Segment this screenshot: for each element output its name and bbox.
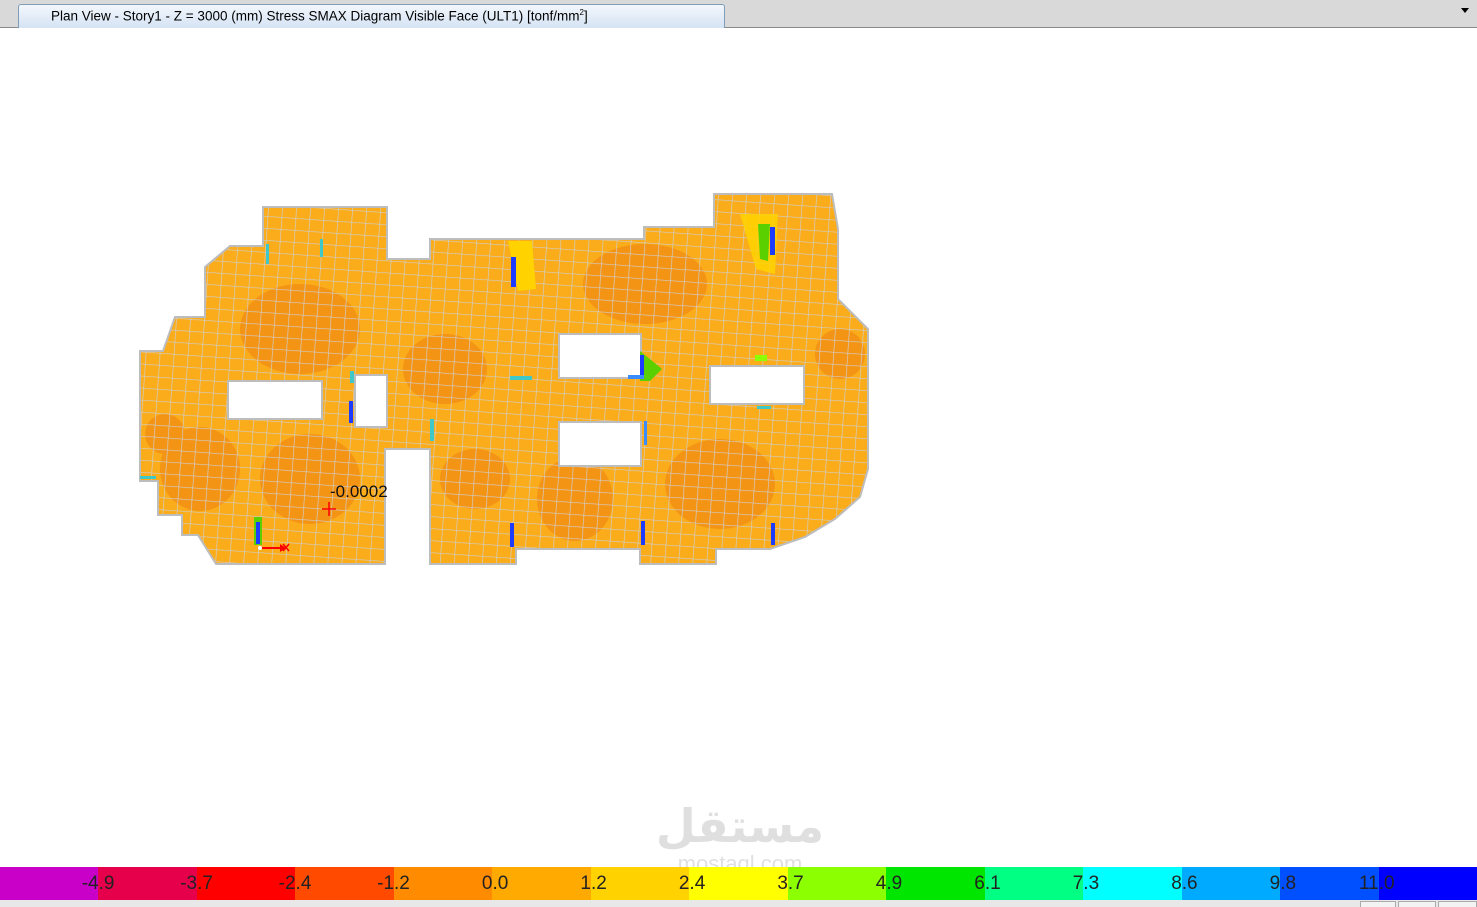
legend-label: -1.2 [377, 873, 410, 894]
legend-label: 0.0 [481, 873, 509, 894]
legend-label: 8.6 [1171, 873, 1198, 894]
hotspot [755, 355, 767, 361]
window-tab-bar: Plan View - Story1 - Z = 3000 (mm) Stres… [0, 0, 1477, 28]
status-box [1438, 901, 1477, 907]
fe-mesh [140, 194, 868, 564]
plan-canvas[interactable]: -0.0002 [0, 29, 1477, 867]
legend-label: -2.4 [278, 873, 312, 894]
opening [558, 333, 642, 379]
opening [354, 374, 388, 428]
wall-stress-strip [256, 522, 260, 544]
wall-stress-strip [349, 401, 353, 423]
wall-stress-strip [628, 375, 644, 379]
wall-stress-strip [771, 523, 775, 545]
status-box [1360, 901, 1396, 907]
wall-stress-strip [644, 421, 647, 445]
tab-title-end: ] [583, 8, 588, 24]
hotspot [758, 224, 770, 261]
wall-stress-strip [510, 523, 514, 547]
slab-contours [140, 194, 868, 564]
point-value-label: -0.0002 [330, 482, 388, 501]
chevron-down-icon[interactable] [1461, 8, 1469, 13]
legend-label: 7.3 [1072, 873, 1100, 894]
wall-stress-strip [511, 257, 516, 287]
legend-label: 1.2 [580, 873, 607, 894]
legend-label: 9.8 [1269, 873, 1297, 894]
wall-stress-strip [757, 406, 771, 409]
wall-stress-strip [641, 521, 645, 545]
watermark-logo: مستقل [655, 799, 825, 853]
legend-label: -4.9 [81, 873, 115, 894]
opening [709, 365, 805, 405]
status-box [1398, 901, 1436, 907]
legend-label: 2.4 [678, 873, 706, 894]
legend-swatch: -4.9 [0, 867, 114, 900]
wall-stress-strip [770, 227, 775, 255]
wall-stress-strip [430, 419, 434, 441]
slab-stress-plot [139, 193, 869, 565]
wall-stress-strip [266, 244, 269, 264]
opening [558, 421, 642, 467]
plan-view-tab[interactable]: Plan View - Story1 - Z = 3000 (mm) Stres… [18, 4, 725, 28]
legend-label: 3.7 [777, 873, 804, 894]
wall-stress-strip [640, 355, 644, 377]
opening [227, 380, 323, 420]
legend-label: -3.7 [180, 873, 213, 894]
tab-title: Plan View - Story1 - Z = 3000 (mm) Stres… [51, 8, 580, 24]
wall-stress-strip [510, 376, 532, 380]
legend-label: 4.9 [875, 873, 903, 894]
legend-label: 6.1 [974, 873, 1001, 894]
wall-stress-strip [320, 239, 323, 257]
wall-stress-strip [350, 371, 354, 383]
wall-stress-strip [140, 476, 156, 479]
stress-color-legend: -4.9 -3.7 -2.4 -1.2 0.0 1.2 2.4 3.7 4.9 6.1 7.3 8.6… [0, 867, 1477, 900]
status-strip [0, 900, 1477, 907]
legend-label: 11.0 [1358, 873, 1395, 894]
